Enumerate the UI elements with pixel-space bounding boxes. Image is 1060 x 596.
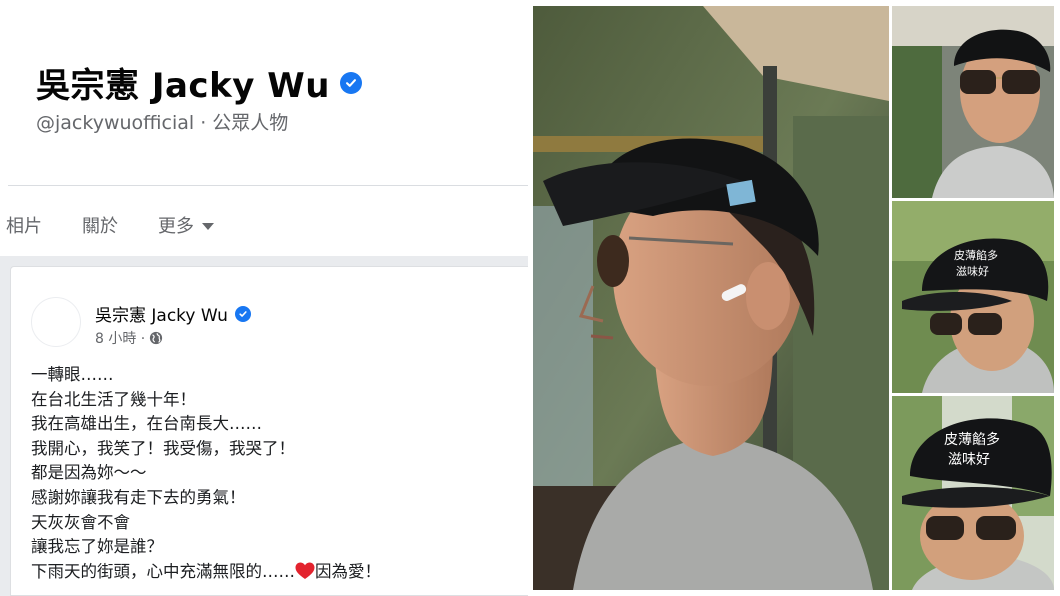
cap-text-line2: 滋味好 [956, 264, 989, 278]
red-heart-icon [295, 562, 315, 579]
post-last-line: 下雨天的街頭，心中充滿無限的…… 因為愛！ [31, 560, 523, 585]
page-handle: @jackywuofficial · 公眾人物 [36, 112, 289, 134]
post-line: 我開心，我笑了！我受傷，我哭了！ [31, 438, 295, 458]
tab-photos-label: 相片 [6, 216, 42, 237]
post-last-line-start: 下雨天的街頭，心中充滿無限的…… [31, 561, 295, 581]
post-line: 讓我忘了妳是誰？ [31, 537, 163, 557]
post-author-row: 吳宗憲 Jacky Wu [95, 301, 251, 326]
caret-down-icon [202, 222, 214, 230]
cap-text-line1: 皮薄餡多 [954, 248, 998, 262]
post-line: 在台北生活了幾十年！ [31, 389, 196, 409]
page-tabs: 相片 關於 更多 [0, 196, 254, 254]
post-author-name[interactable]: 吳宗憲 Jacky Wu [95, 301, 228, 326]
globe-icon [150, 331, 163, 345]
verified-badge-icon [339, 71, 362, 94]
header-divider [8, 185, 528, 186]
post-card: 吳宗憲 Jacky Wu 8 小時 · 一轉眼…… 在台北生活了幾十年！ 我在高… [10, 266, 528, 596]
main-photo [533, 6, 889, 590]
thumbnail-photo-2: 皮薄餡多 滋味好 [892, 201, 1054, 393]
tab-about-label: 關於 [82, 216, 118, 237]
post-line: 我在高雄出生，在台南長大…… [31, 414, 262, 434]
cap-text-line1: 皮薄餡多 [944, 431, 1000, 448]
tab-more[interactable]: 更多 [158, 212, 214, 238]
post-timestamp[interactable]: 8 小時 · [95, 328, 145, 348]
post-meta: 8 小時 · [95, 328, 163, 348]
thumbnail-photo-3: 皮薄餡多 滋味好 [892, 396, 1054, 590]
post-line: 都是因為妳～～ [31, 463, 147, 483]
post-last-line-end: 因為愛！ [315, 561, 381, 581]
post-line: 天灰灰會不會 [31, 512, 130, 532]
verified-badge-icon [234, 305, 251, 322]
cap-text-line2: 滋味好 [948, 452, 990, 468]
page-title-row: 吳宗憲 Jacky Wu [36, 58, 362, 107]
page-title[interactable]: 吳宗憲 Jacky Wu [36, 58, 330, 107]
tab-about[interactable]: 關於 [82, 212, 118, 238]
page-header: 吳宗憲 Jacky Wu @jackywuofficial · 公眾人物 [0, 0, 528, 186]
thumbnail-photo-1 [892, 6, 1054, 198]
tab-photos[interactable]: 相片 [6, 212, 42, 238]
post-line: 一轉眼…… [31, 365, 114, 384]
post-line: 感謝妳讓我有走下去的勇氣！ [31, 487, 246, 507]
avatar[interactable] [31, 297, 81, 347]
facebook-page-panel: 吳宗憲 Jacky Wu @jackywuofficial · 公眾人物 相片 … [0, 0, 528, 596]
post-text: 一轉眼…… 在台北生活了幾十年！ 我在高雄出生，在台南長大…… 我開心，我笑了！… [31, 363, 523, 584]
tab-more-label: 更多 [158, 216, 194, 237]
